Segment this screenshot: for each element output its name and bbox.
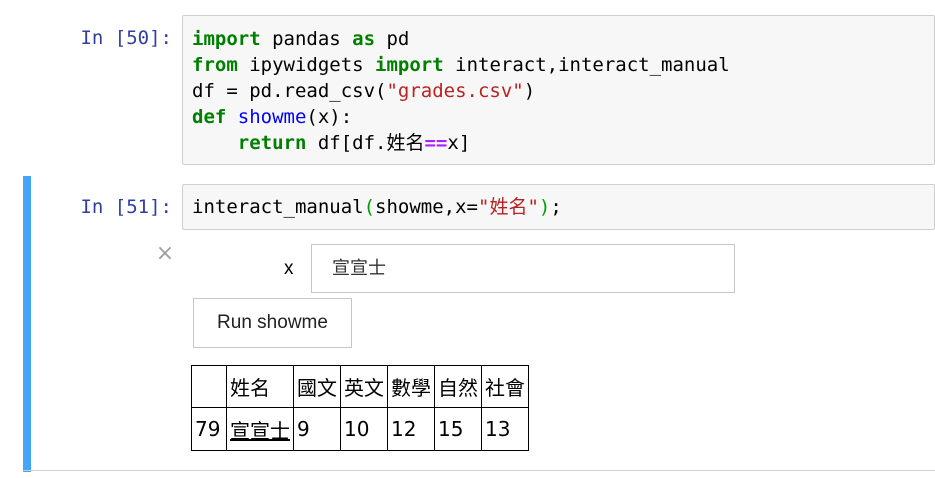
column-header: 姓名 [226,365,294,408]
code-token: df[df.姓名 [306,132,425,154]
code-token: from [192,54,238,76]
code-token: interact_manual [192,196,364,218]
code-token: ) [538,196,551,218]
code-token: showme [237,106,307,128]
table-cell: 宣宣士 [226,407,294,451]
code-token: "姓名" [478,196,539,218]
code-line: interact_manual(showme,x="姓名"); [192,194,562,220]
column-header: 數學 [387,365,435,408]
table-header-row: 姓名 國文 英文 數學 自然 社會 [191,365,529,408]
code-token: import [192,28,261,50]
text-input[interactable]: 宣宣士 [311,244,735,293]
code-editor[interactable]: interact_manual(showme,x="姓名"); [182,184,935,230]
code-token: import [375,54,444,76]
code-token: return [237,132,307,154]
column-header: 國文 [293,365,341,408]
code-token: x] [447,132,471,154]
code-token: ipywidgets [237,54,376,76]
code-token: pandas [260,28,353,50]
table-cell: 15 [434,407,482,451]
column-header: 英文 [340,365,388,408]
code-line: df = pd.read_csv("grades.csv") [192,78,535,104]
column-header: 社會 [481,365,529,408]
code-token: interact,interact_manual [443,54,730,76]
close-icon[interactable]: × [155,243,175,265]
code-cell-51[interactable]: In [51]: interact_manual(showme,x="姓名");… [0,176,935,472]
code-token: showme,x= [375,196,478,218]
code-token: def [192,106,227,128]
code-line: def showme(x): [192,104,352,130]
code-token: pd [375,28,410,50]
output-dataframe: 姓名 國文 英文 數學 自然 社會 79 宣宣士 9 10 12 15 13 [191,365,529,451]
run-showme-button[interactable]: Run showme [193,298,352,348]
code-line: return df[df.姓名==x] [192,130,471,156]
code-token: ( [363,196,376,218]
input-prompt: In [51]: [80,196,172,218]
table-cell: 9 [293,407,341,451]
code-token: ) [523,80,536,102]
code-token: "grades.csv" [386,80,524,102]
input-prompt: In [50]: [80,27,172,49]
code-line: import pandas as pd [192,26,409,52]
code-editor[interactable]: import pandas as pd from ipywidgets impor… [182,15,935,165]
code-token: == [424,132,448,154]
table-cell: 10 [340,407,388,451]
table-cell: 13 [481,407,529,451]
code-token: ; [550,196,562,218]
widget-label: x [284,258,294,279]
column-header: 自然 [434,365,482,408]
table-row: 79 宣宣士 9 10 12 15 13 [191,407,529,451]
code-token: (x): [306,106,353,128]
code-line: from ipywidgets import interact,interact… [192,52,730,78]
table-cell: 12 [387,407,435,451]
row-index: 79 [191,407,227,451]
code-cell-50[interactable]: In [50]: import pandas as pd from ipywidg… [0,0,935,172]
code-token: df = pd.read_csv( [192,80,387,102]
column-header [191,365,227,408]
code-token: as [352,28,376,50]
